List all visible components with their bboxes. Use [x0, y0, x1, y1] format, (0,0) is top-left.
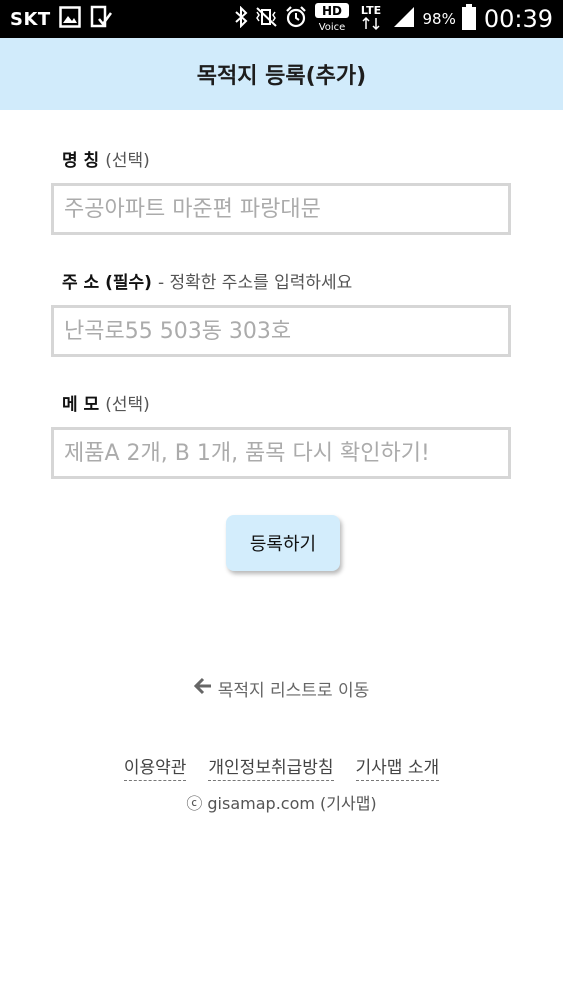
hd-label: HD — [322, 4, 342, 18]
copyright: ⓒ gisamap.com (기사맵) — [186, 794, 377, 813]
gallery-icon — [58, 6, 81, 32]
name-optional-text: (선택) — [105, 151, 150, 171]
memo-label-text: 메 모 — [62, 395, 100, 415]
back-to-list-link[interactable]: 목적지 리스트로 이동 — [0, 676, 563, 701]
vibrate-mute-icon — [254, 6, 278, 32]
address-input[interactable] — [51, 305, 511, 357]
battery-percent: 98% — [422, 10, 456, 28]
voice-label: Voice — [319, 22, 346, 32]
lte-icon: LTE — [356, 2, 386, 36]
address-label-text: 주 소 (필수) — [62, 273, 152, 293]
name-label: 명 칭 (선택) — [62, 146, 150, 171]
terms-link[interactable]: 이용약관 — [123, 753, 187, 781]
page-title: 목적지 등록(추가) — [196, 64, 367, 89]
name-label-text: 명 칭 — [62, 151, 100, 171]
status-bar: SKT HD Voice LTE 98% 00:39 — [0, 0, 563, 38]
privacy-link[interactable]: 개인정보취급방침 — [208, 753, 334, 781]
register-button[interactable]: 등록하기 — [226, 515, 340, 571]
memo-optional-text: (선택) — [105, 395, 150, 415]
hd-voice-icon: HD Voice — [314, 2, 350, 36]
address-hint-text: - 정확한 주소를 입력하세요 — [157, 273, 353, 293]
back-link-label: 목적지 리스트로 이동 — [217, 681, 370, 701]
network-label: LTE — [361, 4, 381, 17]
memo-label: 메 모 (선택) — [62, 390, 150, 415]
footer-links: 이용약관 개인정보취급방침 기사맵 소개 — [0, 753, 563, 781]
carrier-label: SKT — [10, 8, 51, 30]
alarm-icon — [284, 5, 308, 33]
battery-icon — [461, 4, 476, 34]
memo-input[interactable] — [51, 427, 511, 479]
about-link[interactable]: 기사맵 소개 — [355, 753, 440, 781]
arrow-left-icon — [193, 677, 212, 700]
bluetooth-icon — [234, 5, 248, 32]
clock: 00:39 — [483, 5, 553, 33]
app-header: 목적지 등록(추가) — [0, 38, 563, 110]
address-label: 주 소 (필수) - 정확한 주소를 입력하세요 — [62, 268, 352, 293]
download-check-icon — [89, 5, 113, 33]
name-input[interactable] — [51, 183, 511, 235]
signal-icon — [392, 5, 416, 33]
